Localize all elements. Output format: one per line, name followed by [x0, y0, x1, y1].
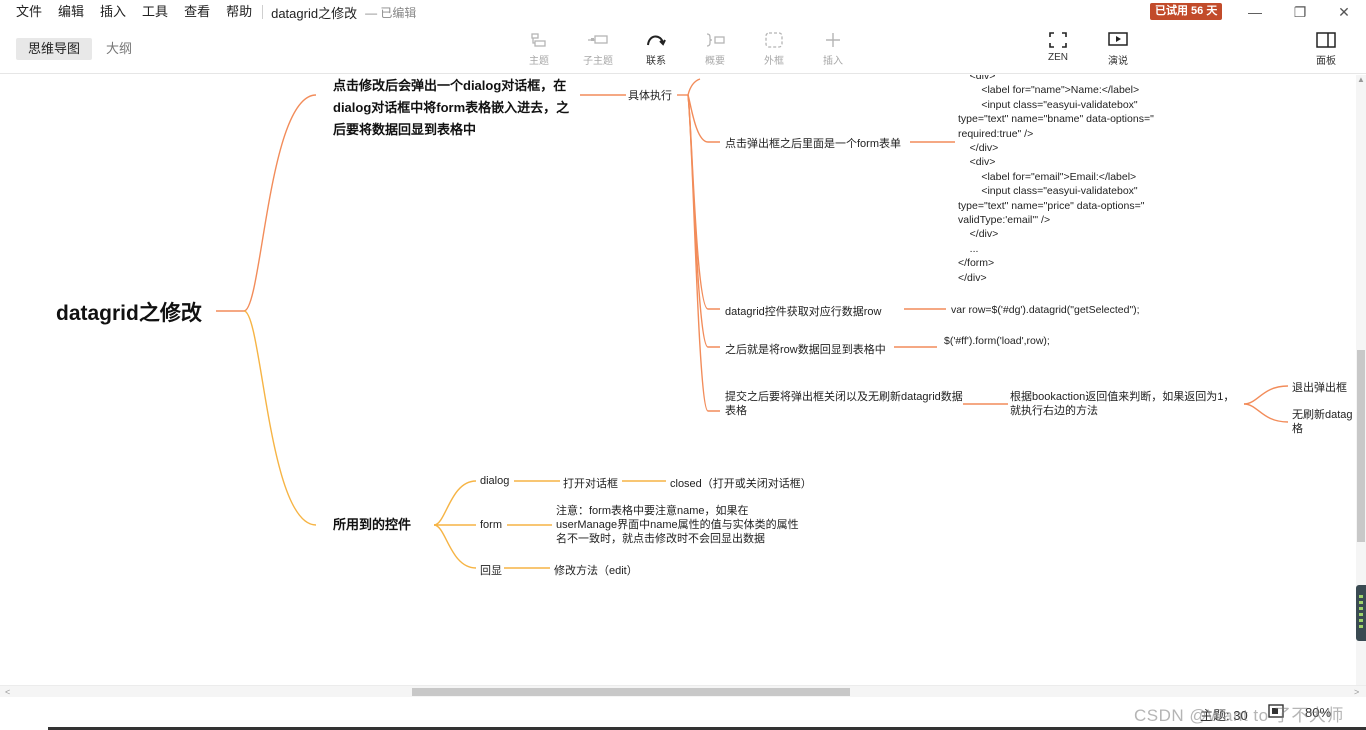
mindmap-canvas[interactable]: datagrid之修改 点击修改后会弹出一个dialog对话框，在dialog对… — [0, 75, 1356, 685]
step-echo-label[interactable]: 之后就是将row数据回显到表格中 — [725, 341, 886, 357]
control-form[interactable]: form — [480, 519, 502, 531]
present-label: 演说 — [1108, 56, 1128, 67]
relationship-icon — [645, 30, 667, 50]
step-echo-code[interactable]: $('#ff').form('load',row); — [944, 334, 1050, 348]
horizontal-scrollbar[interactable]: < > — [0, 685, 1366, 697]
document-status: — 已编辑 — [365, 5, 417, 20]
insert-label: 插入 — [823, 56, 843, 67]
relationship-button[interactable]: 联系 — [628, 30, 684, 70]
subtopic-label: 子主题 — [583, 56, 613, 67]
dialog-open[interactable]: 打开对话框 — [563, 475, 618, 491]
close-icon: ✕ — [1338, 3, 1350, 20]
summary-label: 概要 — [705, 56, 725, 67]
topic-label: 主题 — [529, 56, 549, 67]
menu-divider — [262, 5, 264, 19]
dialog-closed-option[interactable]: closed（打开或关闭对话框） — [670, 475, 812, 491]
minimize-button[interactable]: — — [1232, 0, 1278, 24]
step-submit-label[interactable]: 提交之后要将弹出框关闭以及无刷新datagrid数据表格 — [725, 390, 963, 418]
menu-view[interactable]: 查看 — [176, 0, 218, 24]
control-echo[interactable]: 回显 — [480, 562, 502, 578]
branch-dialog-edit[interactable]: 点击修改后会弹出一个dialog对话框，在dialog对话框中将form表格嵌入… — [333, 75, 581, 141]
summary-icon — [704, 30, 726, 50]
side-level-indicator — [1356, 585, 1366, 641]
panel-button[interactable]: 面板 — [1298, 30, 1354, 70]
panel-label: 面板 — [1316, 56, 1336, 67]
tab-mindmap[interactable]: 思维导图 — [16, 38, 93, 60]
control-dialog[interactable]: dialog — [480, 475, 509, 487]
relationship-label: 联系 — [646, 56, 666, 67]
close-button[interactable]: ✕ — [1321, 0, 1366, 24]
present-button[interactable]: 演说 — [1090, 30, 1146, 70]
tab-outline[interactable]: 大纲 — [94, 38, 144, 60]
step-form-label[interactable]: 点击弹出框之后里面是一个form表单 — [725, 135, 901, 151]
step-get-row-label[interactable]: datagrid控件获取对应行数据row — [725, 303, 881, 319]
trial-badge[interactable]: 已试用 56 天 — [1150, 3, 1223, 20]
topic-button[interactable]: 主题 — [511, 30, 567, 70]
zen-label: ZEN — [1048, 52, 1068, 63]
document-title: datagrid之修改 — [271, 5, 358, 21]
zen-button[interactable]: ZEN — [1030, 30, 1086, 70]
subtopic-button[interactable]: 子主题 — [570, 30, 626, 70]
form-name-note[interactable]: 注意：form表格中要注意name，如果在userManage界面中name属性… — [556, 504, 800, 546]
step-submit-condition[interactable]: 根据bookaction返回值来判断，如果返回为1，就执行右边的方法 — [1010, 390, 1244, 418]
horizontal-scroll-thumb[interactable] — [412, 688, 850, 696]
menu-tools[interactable]: 工具 — [134, 0, 176, 24]
root-topic[interactable]: datagrid之修改 — [56, 297, 202, 327]
action-close-dialog[interactable]: 退出弹出框 — [1292, 379, 1347, 395]
summary-button[interactable]: 概要 — [687, 30, 743, 70]
maximize-button[interactable]: ❐ — [1277, 0, 1323, 24]
insert-button[interactable]: 插入 — [805, 30, 861, 70]
menu-file[interactable]: 文件 — [0, 0, 50, 24]
menu-help[interactable]: 帮助 — [218, 0, 260, 24]
fullscreen-icon — [1047, 30, 1069, 50]
plus-icon — [822, 30, 844, 50]
subtopic-execute[interactable]: 具体执行 — [628, 87, 672, 103]
menu-edit[interactable]: 编辑 — [50, 0, 92, 24]
vertical-scroll-thumb[interactable] — [1357, 350, 1365, 542]
step-get-row-code[interactable]: var row=$('#dg').datagrid("getSelected")… — [951, 303, 1140, 317]
toolbar: 思维导图 大纲 主题 子主题 联系 概要 外框 插入 ZEN 演说 面板 — [0, 24, 1366, 74]
status-bar: 主题: 30 80% CSDN @Want to 了不大师 — [0, 697, 1366, 730]
boundary-label: 外框 — [764, 56, 784, 67]
boundary-button[interactable]: 外框 — [746, 30, 802, 70]
minimize-icon: — — [1248, 4, 1262, 20]
echo-edit-method[interactable]: 修改方法（edit） — [554, 562, 638, 578]
watermark: CSDN @Want to 了不大师 — [1134, 706, 1344, 725]
topic-icon — [528, 30, 550, 50]
menu-insert[interactable]: 插入 — [92, 0, 134, 24]
branch-controls[interactable]: 所用到的控件 — [333, 514, 411, 536]
scroll-up-icon[interactable]: ▲ — [1356, 75, 1366, 87]
action-refresh-datagrid[interactable]: 无刷新datag 格 — [1292, 408, 1353, 436]
subtopic-icon — [587, 30, 609, 50]
panel-icon — [1315, 30, 1337, 50]
restore-icon: ❐ — [1293, 3, 1307, 20]
step-form-code[interactable]: <div> <label for="name">Name:</label> <i… — [958, 75, 1154, 285]
boundary-icon — [763, 30, 785, 50]
play-icon — [1107, 30, 1129, 50]
